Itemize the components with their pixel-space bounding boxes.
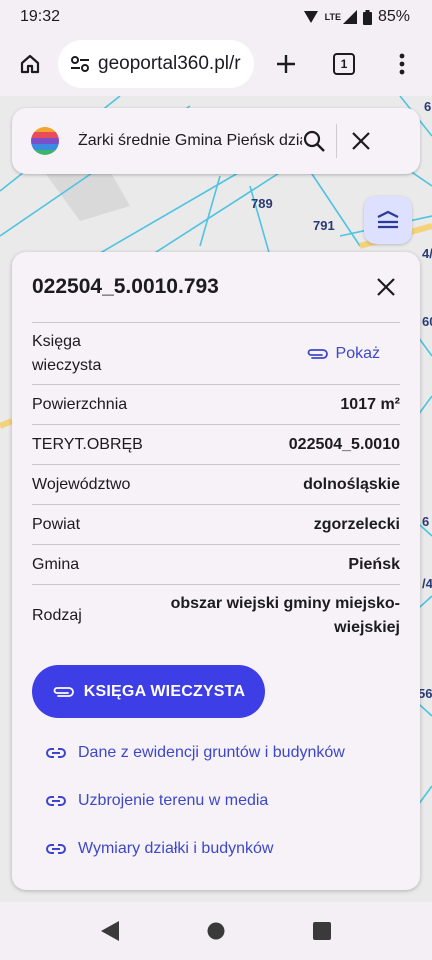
row-label: Księga wieczysta [32, 332, 102, 374]
battery-icon [362, 9, 372, 25]
status-icons: LTE 85% [303, 8, 410, 26]
link-icon [46, 748, 66, 758]
row-value: 022504_5.0010 [288, 435, 400, 453]
row-value: obszar wiejski gminy miejsko-wiejskiej [170, 594, 400, 636]
row-value: zgorzelecki [313, 515, 400, 533]
recents-icon[interactable] [313, 922, 331, 940]
search-query[interactable]: Żarki średnie Gmina Pieńsk dzia [78, 132, 302, 150]
row-label: Rodzaj [32, 606, 82, 624]
url-bar[interactable]: geoportal360.pl/r [58, 40, 254, 88]
map-label-parcel: 789 [251, 196, 273, 211]
info-row-municipality: Gmina Pieńsk [32, 544, 400, 584]
map-label-parcel: 6 [424, 99, 432, 114]
link-label: Dane z ewidencji gruntów i budynków [78, 744, 345, 761]
row-label: TERYT.OBRĘB [32, 435, 143, 453]
attachment-icon [53, 686, 74, 697]
tab-switcher-button[interactable]: 1 [324, 44, 364, 84]
info-row-land-register: Księga wieczysta Pokaż [32, 322, 400, 384]
show-land-register-link[interactable]: Pokaż [306, 345, 380, 363]
close-icon[interactable] [351, 131, 371, 151]
info-row-voivodeship: Województwo dolnośląskie [32, 464, 400, 504]
row-value: 1017 m² [340, 395, 400, 413]
wifi-icon [303, 11, 318, 23]
layers-button[interactable] [364, 196, 412, 244]
row-label: Powiat [32, 515, 81, 533]
search-divider [336, 124, 337, 158]
more-menu-icon[interactable] [382, 44, 422, 84]
link-icon [46, 844, 66, 854]
browser-toolbar: geoportal360.pl/r 1 [0, 34, 432, 94]
search-icon[interactable] [302, 129, 326, 153]
site-settings-icon[interactable] [70, 55, 90, 73]
row-label: Powierzchnia [32, 395, 128, 413]
map-label-parcel: 791 [313, 218, 335, 233]
utilities-link[interactable]: Uzbrojenie terenu w media [46, 792, 268, 810]
map-label-parcel: /4 [422, 576, 432, 591]
search-card: Żarki średnie Gmina Pieńsk dzia [12, 108, 420, 174]
layers-icon [377, 210, 399, 229]
tab-count: 1 [333, 53, 355, 75]
close-icon[interactable] [376, 277, 396, 297]
status-bar: 19:32 LTE 85% [0, 0, 432, 34]
link-label: Wymiary działki i budynków [78, 840, 274, 857]
info-row-teryt: TERYT.OBRĘB 022504_5.0010 [32, 424, 400, 464]
map-label-parcel: 56 [418, 686, 432, 701]
dimensions-link[interactable]: Wymiary działki i budynków [46, 840, 273, 858]
row-label: Gmina [32, 555, 80, 573]
map-label-parcel: 4/6 [422, 246, 432, 261]
back-icon[interactable] [101, 921, 119, 941]
attachment-icon [307, 348, 328, 359]
status-time: 19:32 [20, 8, 61, 25]
home-icon[interactable] [10, 44, 50, 84]
link-icon [46, 796, 66, 806]
parcel-title: 022504_5.0010.793 [32, 275, 219, 298]
link-label: Uzbrojenie terenu w media [78, 792, 269, 809]
signal-icon [342, 10, 357, 24]
new-tab-icon[interactable] [266, 44, 306, 84]
info-row-type: Rodzaj obszar wiejski gminy miejsko-wiej… [32, 584, 400, 646]
home-nav-icon[interactable] [207, 922, 225, 940]
network-type: LTE [324, 12, 341, 22]
show-label: Pokaż [335, 344, 380, 362]
system-nav-bar [0, 902, 432, 960]
map-label-parcel: 6 [422, 514, 430, 529]
land-register-button-label: KSIĘGA WIECZYSTA [83, 682, 246, 700]
row-value: Pieńsk [348, 555, 400, 573]
info-row-county: Powiat zgorzelecki [32, 504, 400, 544]
parcel-info-panel: 022504_5.0010.793 Księga wieczysta Pokaż… [12, 252, 420, 890]
panel-header: 022504_5.0010.793 [32, 252, 400, 322]
land-registry-data-link[interactable]: Dane z ewidencji gruntów i budynków [46, 744, 345, 762]
url-text: geoportal360.pl/r [98, 53, 241, 74]
info-row-area: Powierzchnia 1017 m² [32, 384, 400, 424]
row-label: Województwo [32, 475, 131, 493]
row-value: dolnośląskie [303, 475, 400, 493]
map-label-parcel: 60 [422, 314, 432, 329]
land-register-button[interactable]: KSIĘGA WIECZYSTA [32, 665, 265, 718]
battery-level: 85% [377, 8, 410, 25]
geoportal-logo-icon [31, 127, 59, 155]
